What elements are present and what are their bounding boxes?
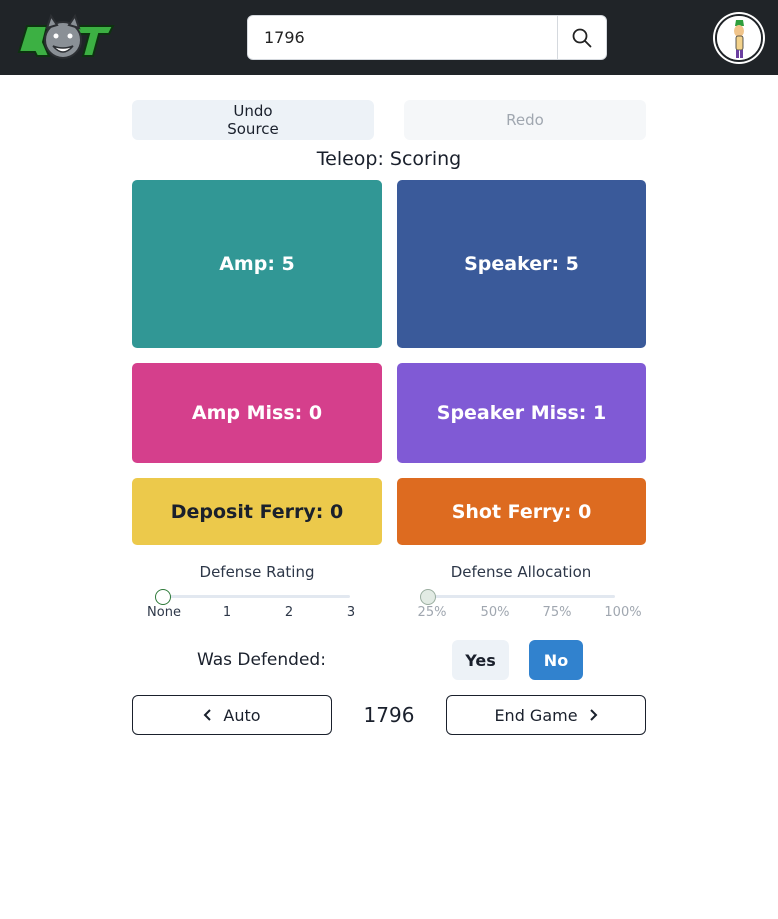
amp-miss-tile[interactable]: Amp Miss: 0: [132, 363, 382, 463]
search-button[interactable]: [557, 16, 606, 59]
defense-allocation-tick: 25%: [417, 605, 447, 620]
prev-phase-button[interactable]: Auto: [132, 695, 332, 735]
defense-allocation-tick: 75%: [542, 605, 572, 620]
defense-rating-tick: None: [147, 605, 181, 620]
deposit-ferry-tile[interactable]: Deposit Ferry: 0: [132, 478, 382, 545]
defense-rating-tick: 3: [346, 605, 356, 620]
chevron-left-icon: [204, 709, 212, 721]
redo-button[interactable]: Redo: [404, 100, 646, 140]
defense-rating-track[interactable]: [163, 595, 350, 598]
amp-tile[interactable]: Amp: 5: [132, 180, 382, 348]
next-phase-label: End Game: [494, 705, 578, 725]
team-number: 1796: [363, 703, 415, 727]
shot-ferry-tile[interactable]: Shot Ferry: 0: [397, 478, 646, 545]
search-bar: [247, 15, 607, 60]
section-title: Teleop: Scoring: [316, 148, 462, 170]
undo-button[interactable]: Undo Source: [132, 100, 374, 140]
defense-rating-thumb[interactable]: [155, 589, 171, 605]
defense-allocation-label: Defense Allocation: [450, 563, 592, 581]
defense-allocation-thumb[interactable]: [420, 589, 436, 605]
user-avatar[interactable]: [715, 14, 763, 62]
was-defended-yes-button[interactable]: Yes: [452, 640, 509, 680]
defense-allocation-tick: 100%: [604, 605, 642, 620]
speaker-miss-tile[interactable]: Speaker Miss: 1: [397, 363, 646, 463]
top-navbar: [0, 0, 778, 75]
redo-label: Redo: [506, 111, 544, 129]
search-icon: [572, 28, 592, 47]
defense-rating-label: Defense Rating: [199, 563, 315, 581]
search-input[interactable]: [248, 16, 558, 59]
defense-rating-tick: 2: [284, 605, 294, 620]
prev-phase-label: Auto: [223, 705, 261, 725]
was-defended-label: Was Defended:: [197, 650, 326, 670]
undo-label: Undo: [233, 102, 273, 120]
defense-allocation-tick: 50%: [480, 605, 510, 620]
team-logo[interactable]: [13, 12, 117, 64]
speaker-tile[interactable]: Speaker: 5: [397, 180, 646, 348]
defense-rating-tick: 1: [222, 605, 232, 620]
defense-allocation-track[interactable]: [428, 595, 615, 598]
undo-source-label: Source: [227, 120, 279, 138]
next-phase-button[interactable]: End Game: [446, 695, 646, 735]
was-defended-no-button[interactable]: No: [529, 640, 583, 680]
chevron-right-icon: [589, 709, 597, 721]
